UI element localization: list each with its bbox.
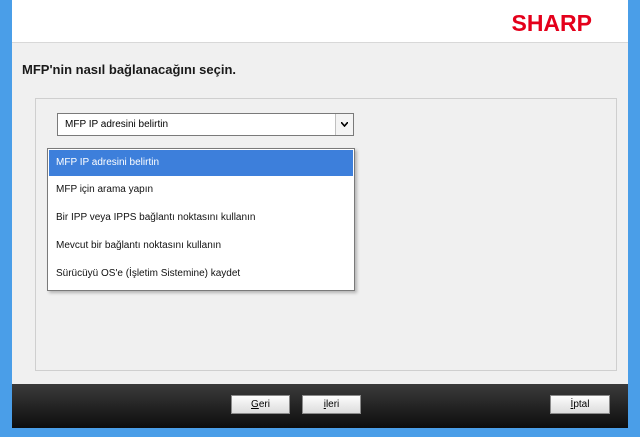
sharp-logo: SHARP (511, 10, 592, 36)
back-button[interactable]: Geri (231, 395, 290, 414)
select-options-list: MFP IP adresini belirtin MFP için arama … (47, 148, 355, 291)
next-button[interactable]: ileri (302, 395, 361, 414)
select-dropdown-button[interactable] (335, 114, 353, 135)
footer-bar: Geri ileri İptal (12, 384, 628, 428)
header-bar: SHARP (12, 0, 628, 43)
page-prompt: MFP'nin nasıl bağlanacağını seçin. (22, 62, 237, 77)
option-existing-port[interactable]: Mevcut bir bağlantı noktasını kullanın (49, 233, 353, 259)
select-current-value: MFP IP adresini belirtin (65, 119, 169, 130)
option-specify-ip[interactable]: MFP IP adresini belirtin (49, 150, 353, 176)
option-register-driver[interactable]: Sürücüyü OS'e (İşletim Sistemine) kaydet (49, 261, 353, 287)
cancel-button[interactable]: İptal (550, 395, 610, 414)
installer-window: SHARP MFP'nin nasıl bağlanacağını seçin.… (12, 0, 628, 428)
option-ipp-ipps-port[interactable]: Bir IPP veya IPPS bağlantı noktasını kul… (49, 205, 353, 231)
option-search-mfp[interactable]: MFP için arama yapın (49, 177, 353, 203)
chevron-down-icon (341, 122, 348, 127)
connection-method-select[interactable]: MFP IP adresini belirtin (57, 113, 354, 136)
